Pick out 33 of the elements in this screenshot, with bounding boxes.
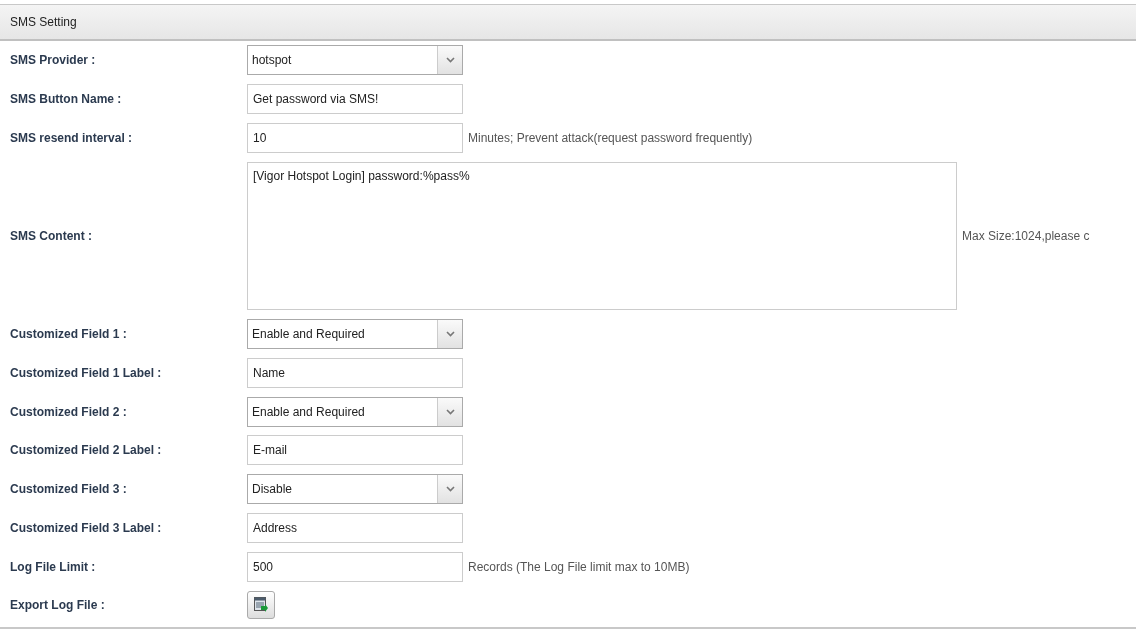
field-label: Customized Field 1 Label : [9, 366, 163, 381]
dropdown[interactable]: hotspot [247, 45, 463, 76]
text-area[interactable]: [Vigor Hotspot Login] password:%pass% [247, 162, 957, 311]
section-header: SMS Setting [0, 4, 1136, 41]
field-label: Export Log File : [9, 598, 106, 613]
dropdown[interactable]: Disable [247, 474, 463, 505]
text-field[interactable]: 500 [247, 551, 463, 582]
field-label: Customized Field 3 : [9, 482, 128, 497]
text-field[interactable]: E-mail [247, 435, 463, 466]
field-label: Customized Field 3 Label : [9, 520, 163, 535]
export-button[interactable] [247, 591, 275, 620]
field-label: Log File Limit : [9, 559, 97, 574]
hint-text: Records (The Log File limit max to 10MB) [467, 559, 691, 574]
field-label: Customized Field 2 Label : [9, 443, 163, 458]
text-field[interactable]: 10 [247, 122, 463, 153]
chevron-down-icon [445, 57, 455, 64]
field-label: Customized Field 2 : [9, 404, 128, 419]
chevron-down-icon [445, 486, 455, 493]
hint-text: Minutes; Prevent attack(request password frequently) [467, 130, 754, 145]
spreadsheet-icon [254, 597, 268, 614]
field-label: Customized Field 1 : [9, 327, 128, 342]
field-label: SMS Button Name : [9, 92, 123, 107]
hint-text: Max Size:1024,please c [961, 229, 1091, 244]
dropdown[interactable]: Enable and Required [247, 396, 463, 427]
text-field[interactable]: Name [247, 358, 463, 389]
field-label: SMS Provider : [9, 53, 97, 68]
text-field[interactable]: Address [247, 512, 463, 543]
chevron-down-icon [445, 331, 455, 338]
text-field[interactable]: Get password via SMS! [247, 84, 463, 115]
field-label: SMS Content : [9, 229, 93, 244]
chevron-down-icon [445, 408, 455, 415]
dropdown[interactable]: Enable and Required [247, 319, 463, 350]
field-label: SMS resend interval : [9, 130, 134, 145]
